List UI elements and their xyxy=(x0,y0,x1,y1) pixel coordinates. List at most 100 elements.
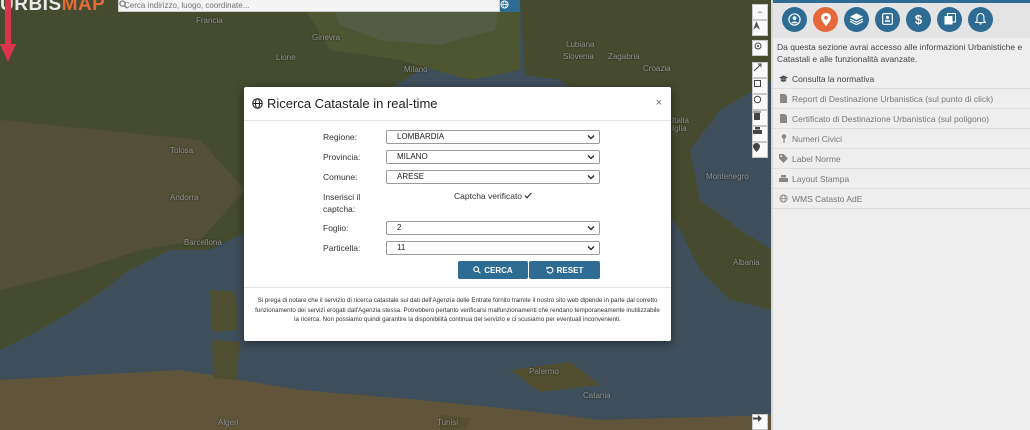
menu-item-label: Report di Destinazione Urbanistica (sul … xyxy=(792,93,994,104)
comune-label: Comune: xyxy=(323,172,358,182)
zoom-out-button[interactable]: − xyxy=(752,4,768,20)
provincia-select[interactable]: MILANO xyxy=(386,150,600,164)
close-icon[interactable]: × xyxy=(656,97,662,109)
chevron-down-icon xyxy=(587,226,595,231)
contact-button[interactable] xyxy=(875,6,900,32)
map-pin-icon xyxy=(753,143,760,152)
print-icon xyxy=(779,174,788,183)
polygon-icon xyxy=(754,80,761,87)
reset-button-label: RESET xyxy=(556,265,584,275)
reset-button[interactable]: RESET xyxy=(529,261,600,279)
user-button[interactable] xyxy=(782,6,807,32)
copy-icon xyxy=(944,13,956,25)
trash-icon xyxy=(753,111,761,120)
compass-icon xyxy=(753,21,760,30)
regione-value: LOMBARDIA xyxy=(397,132,445,141)
search-icon xyxy=(473,266,482,274)
modal-header: Ricerca Catastale in real-time × xyxy=(244,87,671,121)
dollar-icon: $ xyxy=(914,11,923,27)
undo-icon xyxy=(545,266,554,274)
cerca-button-label: CERCA xyxy=(484,265,513,275)
print-icon xyxy=(753,127,762,134)
layers-button[interactable] xyxy=(844,6,869,32)
chevron-down-icon xyxy=(587,175,595,180)
menu-item-numeri-civici[interactable]: Numeri Civici xyxy=(773,129,1030,149)
menu-item-label: Layout Stampa xyxy=(792,173,850,184)
measure-area-button[interactable] xyxy=(752,78,768,94)
delete-drawing-button[interactable] xyxy=(752,110,768,126)
graduation-cap-icon xyxy=(779,74,788,83)
menu-item-label-norme[interactable]: Label Norme xyxy=(773,149,1030,169)
search-icon xyxy=(119,0,128,9)
file-icon xyxy=(779,94,788,103)
menu-item-layout-stampa[interactable]: Layout Stampa xyxy=(773,169,1030,189)
contact-card-icon xyxy=(882,13,893,25)
chevron-down-icon xyxy=(587,155,595,160)
expand-icon xyxy=(753,63,762,72)
bell-icon xyxy=(975,13,986,25)
copy-button[interactable] xyxy=(937,6,962,32)
collapse-panel-button[interactable] xyxy=(752,414,768,430)
panel-menu-list: Consulta la normativa Report di Destinaz… xyxy=(773,69,1030,209)
provincia-label: Provincia: xyxy=(323,152,361,162)
notifications-button[interactable] xyxy=(968,6,993,32)
menu-item-label: Numeri Civici xyxy=(792,133,843,144)
place-marker-button[interactable] xyxy=(752,142,768,158)
map-toolbar: − xyxy=(752,0,769,430)
foglio-select[interactable]: 2 xyxy=(386,221,600,235)
red-arrow-indicator xyxy=(0,0,16,62)
fullscreen-button[interactable] xyxy=(752,62,768,78)
globe-icon xyxy=(252,98,263,109)
locate-button[interactable] xyxy=(752,40,768,56)
menu-item-label: Label Norme xyxy=(792,153,841,164)
globe-icon xyxy=(779,194,788,203)
captcha-label: Inserisci il captcha: xyxy=(323,192,361,214)
regione-select[interactable]: LOMBARDIA xyxy=(386,130,600,144)
arrow-right-icon xyxy=(753,415,762,422)
pricing-button[interactable]: $ xyxy=(906,6,931,32)
circle-icon xyxy=(753,95,762,104)
crosshair-icon xyxy=(754,42,762,50)
checkmark-icon xyxy=(524,192,533,199)
location-info-button[interactable] xyxy=(813,6,838,32)
regione-label: Regione: xyxy=(323,132,358,142)
layers-icon xyxy=(850,13,863,25)
panel-intro-text: Da questa sezione avrai accesso alle inf… xyxy=(777,42,1023,64)
tag-icon xyxy=(779,154,788,163)
menu-item-label: WMS Catasto AdE xyxy=(792,193,863,204)
foglio-label: Foglio: xyxy=(323,223,349,233)
comune-select[interactable]: ARESE xyxy=(386,170,600,184)
file-icon xyxy=(779,114,788,123)
modal-divider xyxy=(244,287,671,288)
captcha-status: Captcha verificato xyxy=(454,191,533,201)
globe-search-button[interactable] xyxy=(500,0,520,12)
north-arrow-button[interactable] xyxy=(752,20,768,36)
chevron-down-icon xyxy=(587,135,595,140)
menu-item-label: Consulta la normativa xyxy=(792,73,875,84)
side-panel: $ Da questa sezione avrai accesso alle i… xyxy=(773,0,1030,430)
menu-item-wms-catasto[interactable]: WMS Catasto AdE xyxy=(773,189,1030,209)
ricerca-catastale-modal: Ricerca Catastale in real-time × Regione… xyxy=(244,87,671,341)
cerca-button[interactable]: CERCA xyxy=(458,261,528,279)
print-map-button[interactable] xyxy=(752,126,768,142)
particella-select[interactable]: 11 xyxy=(386,241,600,255)
user-circle-icon xyxy=(788,12,801,26)
search-input[interactable] xyxy=(124,1,464,10)
logo-text-map: MAP xyxy=(61,0,106,15)
map-marker-icon xyxy=(820,12,831,26)
panel-icon-toolbar: $ xyxy=(773,0,1030,38)
map-pin-icon xyxy=(779,134,788,143)
particella-value: 11 xyxy=(397,243,406,252)
disclaimer-note: Si prega di notare che il servizio di ri… xyxy=(255,297,660,323)
particella-label: Particella: xyxy=(323,243,361,253)
menu-item-certificato-destinazione[interactable]: Certificato di Destinazione Urbanistica … xyxy=(773,109,1030,129)
menu-item-label: Certificato di Destinazione Urbanistica … xyxy=(792,113,990,124)
draw-circle-button[interactable] xyxy=(752,94,768,110)
menu-item-normativa[interactable]: Consulta la normativa xyxy=(773,69,1030,89)
menu-item-report-destinazione[interactable]: Report di Destinazione Urbanistica (sul … xyxy=(773,89,1030,109)
comune-value: ARESE xyxy=(397,172,425,181)
captcha-status-text: Captcha verificato xyxy=(454,191,523,201)
search-bar xyxy=(118,0,500,12)
modal-title: Ricerca Catastale in real-time xyxy=(267,96,438,111)
foglio-value: 2 xyxy=(397,223,402,232)
